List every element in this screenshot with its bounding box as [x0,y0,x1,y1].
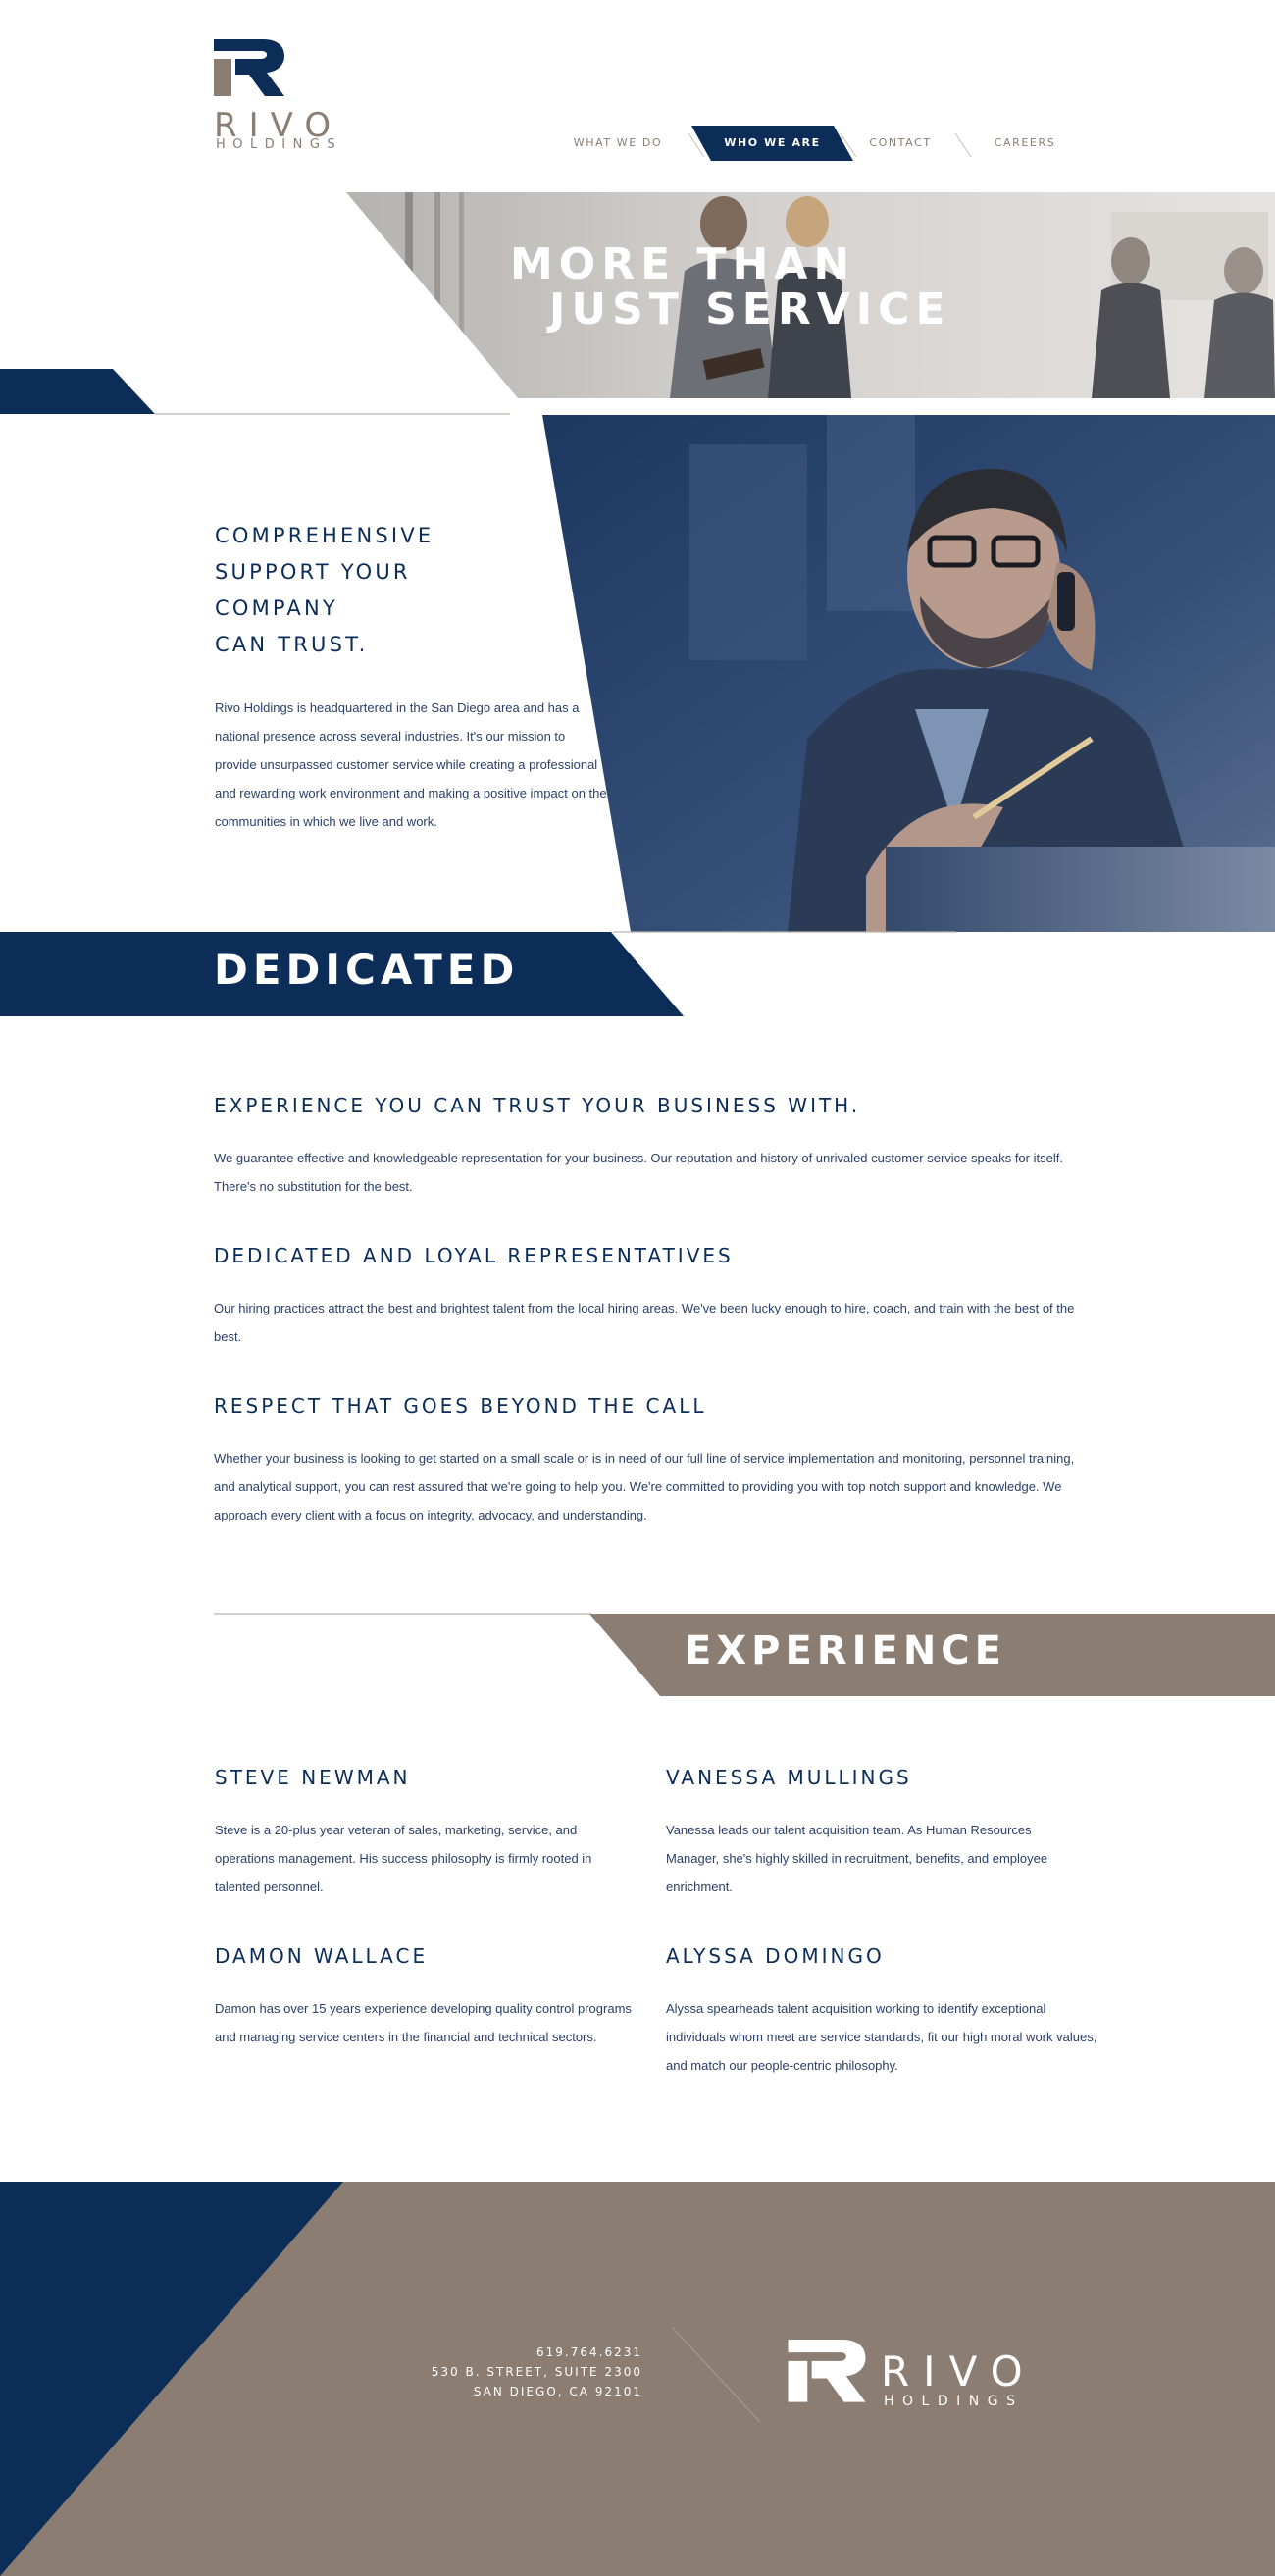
support-photo [542,415,1275,932]
experience-banner-title: EXPERIENCE [685,1628,1006,1674]
footer-rivo-logo[interactable]: RIVO HOLDINGS [788,2340,1082,2413]
rivo-logo[interactable]: RIVO HOLDINGS [214,39,371,157]
footer-logo-wordmark: RIVO [881,2347,1037,2396]
feature-body: We guarantee effective and knowledgeable… [214,1151,1063,1194]
footer-street: 530 B. Street, Suite 2300 [431,2365,642,2379]
footer-city: San Diego, CA 92101 [473,2385,642,2398]
section-accent [0,369,510,415]
support-heading-line: COMPANY [215,596,338,620]
team-member-name: DAMON WALLACE [215,1944,429,1968]
footer-contact: 619.764.6231 530 B. Street, Suite 2300 S… [373,2343,642,2401]
nav-what-we-do[interactable]: WHAT WE DO [559,126,677,161]
logo-subtitle: HOLDINGS [216,137,343,152]
team-member-name: ALYSSA DOMINGO [666,1944,885,1968]
support-heading-line: COMPREHENSIVE [215,524,434,547]
nav-careers[interactable]: CAREERS [976,126,1074,161]
team-member-bio: Damon has over 15 years experience devel… [215,2001,632,2044]
feature-title: EXPERIENCE YOU CAN TRUST YOUR BUSINESS W… [214,1094,861,1117]
team-member-name: VANESSA MULLINGS [666,1766,912,1789]
footer-phone[interactable]: 619.764.6231 [373,2343,642,2362]
nav-who-we-are[interactable]: WHO WE ARE [701,126,843,161]
footer-logo-subtitle: HOLDINGS [884,2394,1024,2409]
support-heading-line: CAN TRUST. [215,633,369,656]
feature-body: Our hiring practices attract the best an… [214,1301,1075,1344]
nav-contact[interactable]: CONTACT [851,126,949,161]
support-body: Rivo Holdings is headquartered in the Sa… [215,700,607,829]
hero-title-line-2: JUST SERVICE [549,284,951,335]
feature-title: RESPECT THAT GOES BEYOND THE CALL [214,1394,707,1417]
feature-body: Whether your business is looking to get … [214,1451,1075,1522]
rivo-r-mark-icon [214,39,284,96]
support-heading-line: SUPPORT YOUR [215,560,411,584]
team-member-bio: Steve is a 20-plus year veteran of sales… [215,1823,592,1894]
hero-title: MORE THAN JUST SERVICE [510,242,1020,333]
support-heading: COMPREHENSIVE SUPPORT YOUR COMPANY CAN T… [215,518,538,663]
team-member-bio: Alyssa spearheads talent acquisition wor… [666,2001,1097,2073]
feature-title: DEDICATED AND LOYAL REPRESENTATIVES [214,1244,734,1267]
dedicated-banner-title: DEDICATED [214,946,520,994]
team-member-name: STEVE NEWMAN [215,1766,411,1789]
team-member-bio: Vanessa leads our talent acquisition tea… [666,1823,1048,1894]
nav-divider [954,133,972,157]
rivo-r-mark-icon [788,2340,866,2402]
hero-title-line-1: MORE THAN [510,239,856,289]
